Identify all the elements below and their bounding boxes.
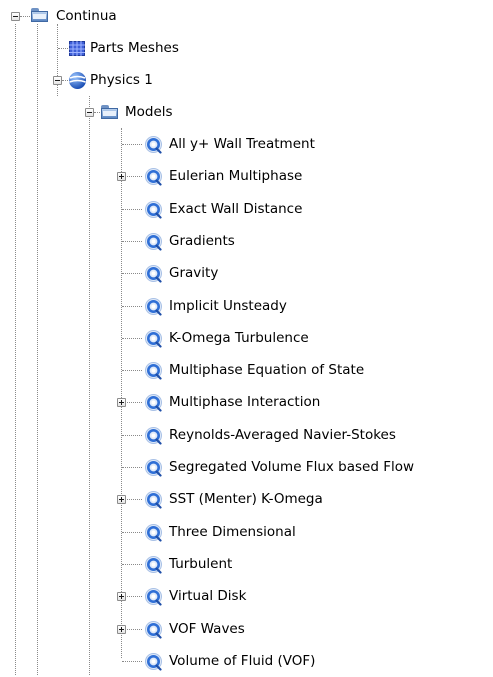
tree-node-model[interactable]: Eulerian Multiphase <box>0 160 493 192</box>
tree-connector <box>122 564 142 565</box>
tree-node-model[interactable]: Turbulent <box>0 548 493 580</box>
tree-node-label: VOF Waves <box>169 621 245 637</box>
tree-connector <box>122 144 142 145</box>
model-icon <box>145 394 162 412</box>
collapse-toggle[interactable] <box>53 76 62 85</box>
tree-node-parts-meshes[interactable]: Parts Meshes <box>0 32 493 64</box>
expand-toggle[interactable] <box>117 625 126 634</box>
model-icon <box>145 201 162 219</box>
tree-node-label: Reynolds-Averaged Navier-Stokes <box>169 427 396 443</box>
model-icon <box>145 524 162 542</box>
tree-node-label: Models <box>125 104 173 120</box>
folder-icon <box>101 105 118 119</box>
tree-node-label: Exact Wall Distance <box>169 201 303 217</box>
tree-connector <box>122 435 142 436</box>
model-icon <box>145 621 162 639</box>
tree-node-model[interactable]: SST (Menter) K-Omega <box>0 483 493 515</box>
model-icon <box>145 136 162 154</box>
tree-connector <box>122 241 142 242</box>
simulation-tree: Continua Parts Meshes Physics 1 Models A… <box>0 0 493 675</box>
tree-node-model[interactable]: Gradients <box>0 225 493 257</box>
tree-node-model[interactable]: Gravity <box>0 257 493 289</box>
tree-node-label: All y+ Wall Treatment <box>169 136 315 152</box>
tree-node-model[interactable]: Multiphase Equation of State <box>0 354 493 386</box>
tree-node-continua[interactable]: Continua <box>0 0 493 32</box>
tree-node-label: K-Omega Turbulence <box>169 330 309 346</box>
tree-node-model[interactable]: Reynolds-Averaged Navier-Stokes <box>0 419 493 451</box>
tree-node-label: Multiphase Equation of State <box>169 362 365 378</box>
tree-node-label: Virtual Disk <box>169 588 247 604</box>
tree-node-label: Eulerian Multiphase <box>169 168 303 184</box>
model-icon <box>145 330 162 348</box>
grid-icon <box>69 41 85 56</box>
tree-connector <box>58 48 68 49</box>
tree-node-label: Implicit Unsteady <box>169 298 287 314</box>
collapse-toggle[interactable] <box>11 12 20 21</box>
tree-connector <box>122 306 142 307</box>
model-icon <box>145 233 162 251</box>
tree-node-label: Volume of Fluid (VOF) <box>169 653 316 669</box>
tree-node-model[interactable]: Virtual Disk <box>0 580 493 612</box>
tree-node-model[interactable]: Implicit Unsteady <box>0 290 493 322</box>
tree-node-model[interactable]: All y+ Wall Treatment <box>0 128 493 160</box>
tree-node-model[interactable]: Multiphase Interaction <box>0 386 493 418</box>
model-icon <box>145 588 162 606</box>
tree-connector <box>94 112 100 113</box>
tree-node-models[interactable]: Models <box>0 96 493 128</box>
tree-node-model[interactable]: Three Dimensional <box>0 516 493 548</box>
expand-toggle[interactable] <box>117 398 126 407</box>
tree-connector <box>122 370 142 371</box>
tree-node-label: Turbulent <box>169 556 233 572</box>
model-icon <box>145 491 162 509</box>
tree-connector <box>20 16 30 17</box>
model-icon <box>145 459 162 477</box>
tree-node-label: Continua <box>56 8 117 24</box>
tree-connector <box>122 661 142 662</box>
model-icon <box>145 168 162 186</box>
model-icon <box>145 265 162 283</box>
model-icon <box>145 556 162 574</box>
tree-node-label: Parts Meshes <box>90 40 179 56</box>
tree-connector <box>122 532 142 533</box>
tree-node-label: Gradients <box>169 233 235 249</box>
tree-node-label: Multiphase Interaction <box>169 394 321 410</box>
tree-node-label: Three Dimensional <box>169 524 296 540</box>
model-icon <box>145 362 162 380</box>
tree-connector <box>122 273 142 274</box>
tree-node-model[interactable]: K-Omega Turbulence <box>0 322 493 354</box>
tree-node-label: SST (Menter) K-Omega <box>169 491 323 507</box>
tree-node-physics-1[interactable]: Physics 1 <box>0 64 493 96</box>
model-icon <box>145 427 162 445</box>
tree-node-model[interactable]: Volume of Fluid (VOF) <box>0 645 493 677</box>
tree-node-model[interactable]: Segregated Volume Flux based Flow <box>0 451 493 483</box>
tree-node-label: Gravity <box>169 265 219 281</box>
expand-toggle[interactable] <box>117 592 126 601</box>
tree-connector <box>122 209 142 210</box>
expand-toggle[interactable] <box>117 495 126 504</box>
model-icon <box>145 653 162 671</box>
model-icon <box>145 298 162 316</box>
collapse-toggle[interactable] <box>85 108 94 117</box>
physics-sphere-icon <box>69 72 86 89</box>
tree-node-model[interactable]: VOF Waves <box>0 613 493 645</box>
tree-connector <box>122 338 142 339</box>
expand-toggle[interactable] <box>117 172 126 181</box>
folder-icon <box>31 8 48 22</box>
tree-node-model[interactable]: Exact Wall Distance <box>0 193 493 225</box>
tree-node-label: Physics 1 <box>90 72 153 88</box>
tree-node-label: Segregated Volume Flux based Flow <box>169 459 415 475</box>
tree-connector <box>122 467 142 468</box>
